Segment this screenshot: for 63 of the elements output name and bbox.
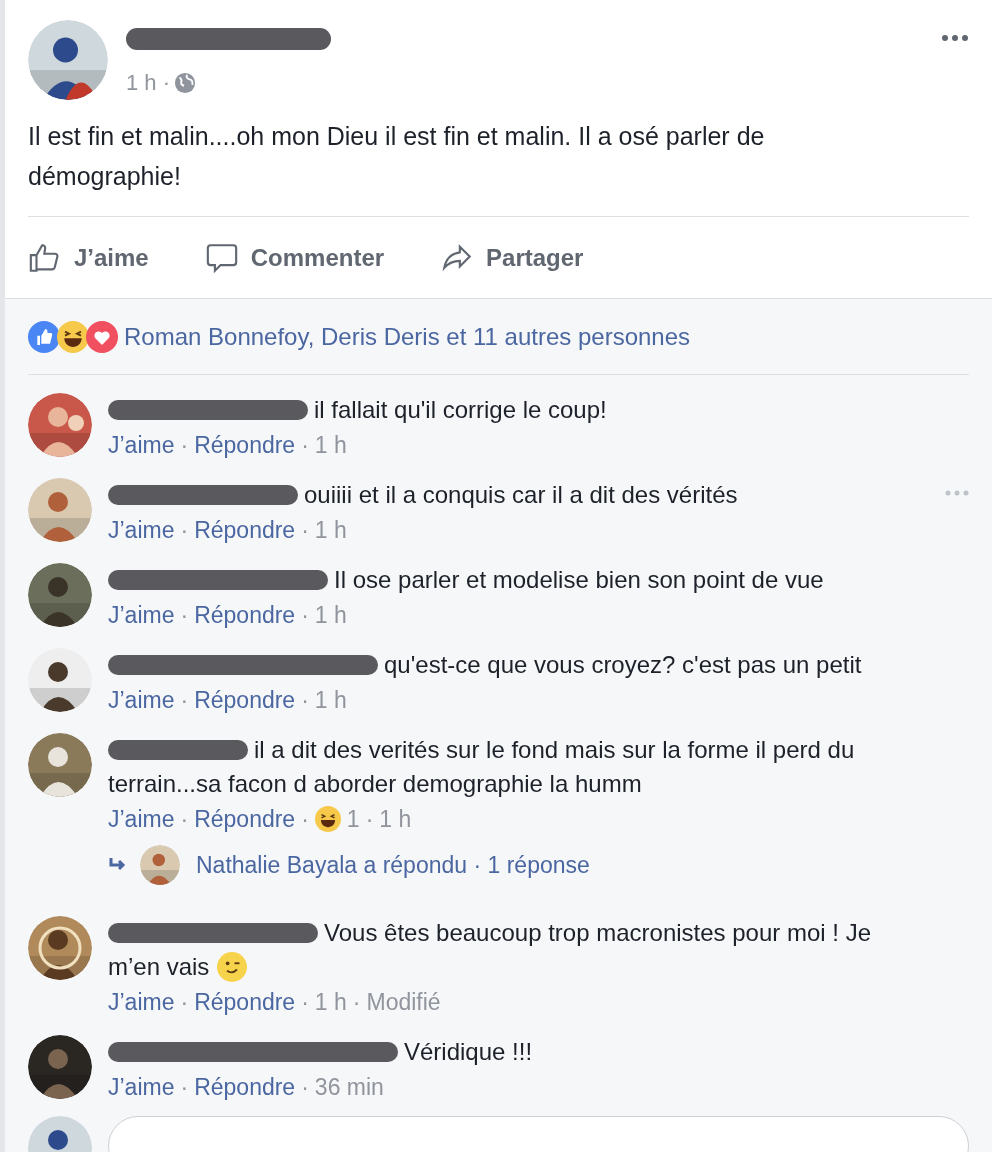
comment-text: Véridique !!! (404, 1037, 533, 1067)
separator-dot: · (180, 431, 189, 460)
comment-action-link[interactable]: J’aime (108, 986, 175, 1018)
comment-action-link[interactable]: J’aime (108, 803, 175, 835)
comment-text: Vous êtes beaucoup trop macronistes pour moi ! Je (324, 918, 871, 948)
comment-meta-text: 1 h (314, 431, 347, 460)
comment-text: il a dit des verités sur le fond mais sur la forme il perd du (254, 735, 855, 765)
like-reaction-icon (28, 320, 60, 353)
comment-meta-text: 1 h (314, 516, 347, 545)
separator-dot: · (365, 805, 374, 834)
comment-meta-text: 1 (346, 805, 360, 834)
laughing-emoji-icon (314, 806, 341, 832)
separator-dot: · (180, 805, 189, 834)
heart-reaction-icon (86, 320, 118, 353)
more-options-icon[interactable] (941, 34, 969, 42)
separator-dot: · (180, 686, 189, 715)
winking-emoji-icon (217, 952, 248, 982)
comment-text: Il ose parler et modelise bien son point de vue (334, 565, 824, 595)
separator-dot: · (180, 988, 189, 1017)
comment-button[interactable]: Commenter (204, 239, 385, 276)
comment-meta-text: Modifié (366, 988, 441, 1017)
comment-action-link[interactable]: J’aime (108, 1071, 175, 1103)
comment-action-link[interactable]: Répondre (194, 1071, 296, 1103)
separator-dot: · (301, 805, 309, 834)
comment-action-link[interactable]: Répondre (194, 803, 296, 835)
separator-dot: · (301, 988, 309, 1017)
comment-action-link[interactable]: J’aime (108, 514, 175, 546)
globe-icon (174, 71, 197, 94)
comment-action-link[interactable]: J’aime (108, 429, 175, 461)
separator-dot: · (301, 601, 309, 630)
separator-dot: · (301, 431, 309, 460)
comment-action-link[interactable]: J’aime (108, 599, 175, 631)
comment-meta-text: 1 h (314, 988, 347, 1017)
comment-text: il fallait qu'il corrige le coup! (314, 395, 607, 425)
view-replies-link[interactable]: Nathalie Bayala a répondu · 1 réponse (196, 847, 590, 883)
separator-dot: · (301, 1073, 309, 1102)
comment-action-link[interactable]: Répondre (194, 986, 296, 1018)
comment-action-link[interactable]: Répondre (194, 514, 296, 546)
separator-dot: · (180, 516, 189, 545)
comment-meta-text: 36 min (314, 1073, 384, 1102)
comment-text: qu'est-ce que vous croyez? c'est pas un petit (384, 650, 862, 680)
like-button[interactable]: J’aime (28, 239, 149, 276)
separator-dot: · (301, 686, 309, 715)
comment-text: m’en vais (108, 952, 210, 982)
comment-meta-text: 1 h (314, 686, 347, 715)
comment-action-link[interactable]: Répondre (194, 599, 296, 631)
comment-action-link[interactable]: Répondre (194, 429, 296, 461)
comment-action-link[interactable]: J’aime (108, 684, 175, 716)
separator-dot: · (180, 1073, 189, 1102)
separator-dot: · (180, 601, 189, 630)
reactions-summary-link[interactable]: Roman Bonnefoy, Deris Deris et 11 autres personnes (124, 318, 691, 355)
post-time: 1 h · (126, 69, 171, 97)
separator-dot: · (352, 988, 361, 1017)
laughing-emoji-icon (57, 320, 89, 353)
share-button[interactable]: Partager (440, 239, 584, 276)
post-text: Il est fin et malin....oh mon Dieu il est fin et malin. Il a osé parler de démographie! (28, 121, 766, 192)
comment-meta-text: 1 h (314, 601, 347, 630)
comment-text: terrain...sa facon d aborder demographie la humm (108, 769, 642, 799)
comment-meta-text: 1 h (379, 805, 412, 834)
comment-action-link[interactable]: Répondre (194, 684, 296, 716)
comment-text: ouiiii et il a conquis car il a dit des vérités (304, 480, 738, 510)
reply-arrow-icon (108, 857, 128, 873)
separator-dot: · (301, 516, 309, 545)
